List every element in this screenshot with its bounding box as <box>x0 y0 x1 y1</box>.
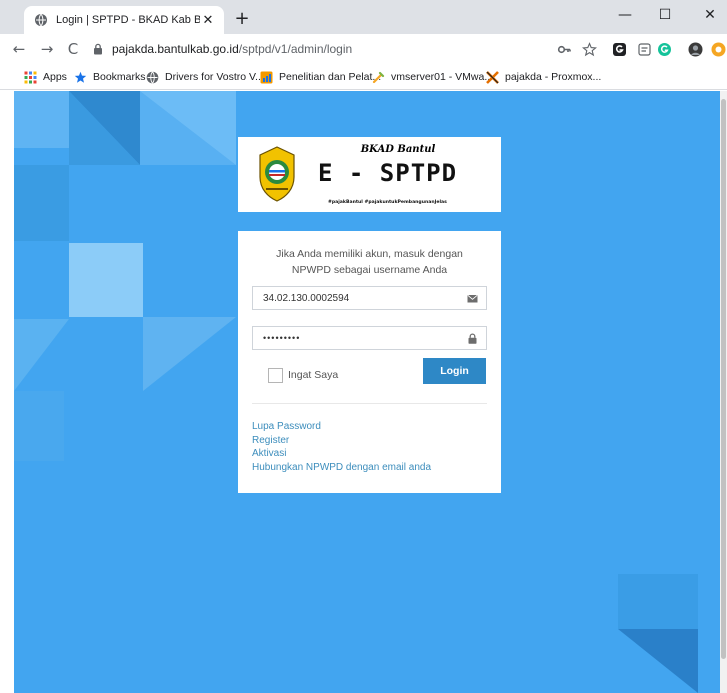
activation-link[interactable]: Aktivasi <box>252 447 431 461</box>
agency-name: BKAD Bantul <box>360 144 436 155</box>
link-npwpd-email-link[interactable]: Hubungkan NPWPD dengan email anda <box>252 461 431 475</box>
bookmark-label: vmserver01 - VMwa... <box>391 71 494 83</box>
star-icon <box>74 71 87 83</box>
bookmark-folder-bookmarks[interactable]: Bookmarks <box>74 68 146 86</box>
extension-orange-icon[interactable] <box>711 42 726 57</box>
login-intro-text: Jika Anda memiliki akun, masuk dengan NP… <box>276 248 463 276</box>
window-close-button[interactable]: ✕ <box>695 4 725 26</box>
remember-me-label: Ingat Saya <box>288 369 339 381</box>
password-field[interactable] <box>252 326 487 350</box>
logo-card: BKAD Bantul E - SPTPD #pajakBantul #paja… <box>238 137 501 212</box>
scrollbar-thumb[interactable] <box>721 99 726 659</box>
page-scrollbar[interactable] <box>720 91 727 693</box>
url-path: /sptpd/v1/admin/login <box>238 42 353 56</box>
key-icon[interactable] <box>557 42 572 57</box>
url-host: pajakda.bantulkab.go.id <box>112 42 239 56</box>
bookmark-penelitian[interactable]: Penelitian dan Pelat... <box>260 68 381 86</box>
window-minimize-button[interactable]: — <box>610 4 640 26</box>
bookmark-label: Apps <box>43 71 67 83</box>
remember-me-checkbox[interactable] <box>268 367 283 383</box>
login-button[interactable]: Login <box>423 358 486 384</box>
browser-tab-active[interactable]: Login | SPTPD - BKAD Kab Bantul ✕ <box>24 6 224 34</box>
apps-grid-icon <box>24 71 37 83</box>
username-input[interactable] <box>253 287 463 309</box>
extension-notes-icon[interactable] <box>637 42 652 57</box>
page-viewport: BKAD Bantul E - SPTPD #pajakBantul #paja… <box>14 91 720 693</box>
bookmark-label: Penelitian dan Pelat... <box>279 71 382 83</box>
new-tab-button[interactable]: + <box>230 7 254 31</box>
password-input[interactable] <box>253 327 463 349</box>
bantul-seal-logo <box>259 146 295 202</box>
bookmark-label: Bookmarks <box>93 71 146 83</box>
address-bar[interactable]: pajakda.bantulkab.go.id/sptpd/v1/admin/l… <box>92 38 602 60</box>
forgot-password-link[interactable]: Lupa Password <box>252 420 431 434</box>
browser-toolbar: ← → C pajakda.bantulkab.go.id/sptpd/v1/a… <box>0 34 727 64</box>
tab-title: Login | SPTPD - BKAD Kab Bantul <box>56 14 200 26</box>
star-bookmark-icon[interactable] <box>582 42 597 57</box>
globe-icon <box>146 71 159 83</box>
bookmarks-bar: Apps Bookmarks Drivers for Vostro V... P… <box>0 64 727 90</box>
divider <box>252 403 487 404</box>
login-card: Jika Anda memiliki akun, masuk dengan NP… <box>238 231 501 493</box>
window-maximize-button[interactable]: ☐ <box>650 4 680 26</box>
window-frame-left <box>0 91 14 693</box>
proxmox-icon <box>486 70 499 84</box>
bookmark-label: pajakda - Proxmox... <box>505 71 602 83</box>
envelope-icon <box>467 294 478 303</box>
username-field[interactable] <box>252 286 487 310</box>
reload-button[interactable]: C <box>62 38 84 60</box>
account-links: Lupa Password Register Aktivasi Hubungka… <box>252 420 431 474</box>
remember-me[interactable]: Ingat Saya <box>268 366 338 384</box>
tab-strip: Login | SPTPD - BKAD Kab Bantul ✕ + — ☐ … <box>0 0 727 34</box>
app-name-title: E - SPTPD <box>318 159 458 187</box>
globe-icon <box>35 13 47 27</box>
vmware-icon <box>372 71 385 83</box>
lock-icon[interactable] <box>92 43 104 55</box>
site-favicon-icon <box>260 71 273 83</box>
tab-close-icon[interactable]: ✕ <box>200 13 216 28</box>
hashtag-tagline: #pajakBantul #pajakuntukPembangunanJelas <box>328 200 447 205</box>
grammarly-icon[interactable] <box>657 42 672 57</box>
register-link[interactable]: Register <box>252 434 431 448</box>
forward-button[interactable]: → <box>36 38 58 60</box>
bookmark-proxmox[interactable]: pajakda - Proxmox... <box>486 68 601 86</box>
bookmark-drivers[interactable]: Drivers for Vostro V... <box>146 68 264 86</box>
bookmark-apps[interactable]: Apps <box>24 68 67 86</box>
lock-icon <box>468 333 477 344</box>
bookmark-vmserver[interactable]: vmserver01 - VMwa... <box>372 68 493 86</box>
extension-g-icon[interactable] <box>612 42 627 57</box>
back-button[interactable]: ← <box>8 38 30 60</box>
bookmark-label: Drivers for Vostro V... <box>165 71 264 83</box>
profile-avatar-icon[interactable] <box>688 42 703 57</box>
